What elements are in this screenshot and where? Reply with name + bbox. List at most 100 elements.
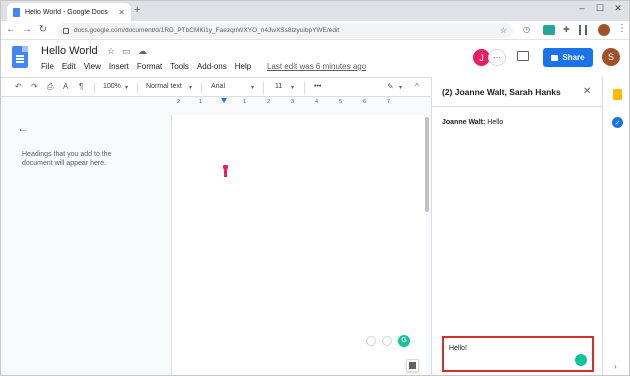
ruler-tick: 4: [315, 99, 319, 105]
font-select[interactable]: Arial: [211, 83, 225, 90]
menu-bar: File Edit View Insert Format Tools Add-o…: [41, 62, 259, 71]
menu-insert[interactable]: Insert: [109, 62, 129, 71]
chat-draft-text: Hello!: [449, 345, 467, 352]
font-dropdown-icon[interactable]: ▾: [251, 84, 254, 91]
ruler-tick: 2: [267, 99, 271, 105]
document-workspace: ← Headings that you add to the document …: [1, 97, 431, 375]
zoom-dropdown-icon[interactable]: ▾: [125, 84, 128, 91]
menu-help[interactable]: Help: [235, 62, 251, 71]
close-outline-arrow-icon[interactable]: ←: [17, 121, 29, 135]
chat-text: Hello: [487, 119, 504, 126]
ruler-tick: 2: [177, 99, 181, 105]
editing-mode-dropdown-icon[interactable]: ▾: [399, 84, 402, 91]
ruler-tick: 3: [291, 99, 295, 105]
docs-logo-icon[interactable]: [12, 46, 28, 68]
docs-favicon-icon: [13, 7, 20, 17]
close-chat-icon[interactable]: ✕: [583, 86, 591, 97]
zoom-select[interactable]: 100%: [103, 83, 121, 90]
chat-message: Joanne Walt: Hello: [442, 119, 503, 126]
style-dropdown-icon[interactable]: ▾: [189, 84, 192, 91]
grammarly-icon[interactable]: G: [398, 334, 410, 347]
account-avatar[interactable]: S: [602, 48, 620, 66]
chrome-menu-icon[interactable]: ⋮: [617, 23, 627, 34]
share-button[interactable]: Share: [543, 48, 593, 67]
reload-icon[interactable]: ↻: [37, 24, 49, 35]
explore-icon: [409, 362, 416, 369]
browser-window: Hello World - Google Docs ✕ + – ☐ ✕ ← → …: [0, 0, 630, 376]
tasks-icon[interactable]: ✓: [612, 117, 623, 128]
ruler-tick: 7: [387, 99, 391, 105]
tab-hello-world[interactable]: Hello World - Google Docs ✕: [7, 3, 131, 21]
new-tab-button[interactable]: +: [134, 4, 140, 16]
menu-edit[interactable]: Edit: [62, 62, 76, 71]
menu-view[interactable]: View: [84, 62, 101, 71]
tab-close-icon[interactable]: ✕: [118, 8, 125, 17]
collapse-menus-icon[interactable]: ^: [415, 82, 419, 91]
back-icon[interactable]: ←: [5, 24, 17, 35]
last-edit-link[interactable]: Last edit was 6 minutes ago: [267, 62, 366, 71]
expand-side-panel-icon[interactable]: ›: [614, 362, 617, 371]
menu-file[interactable]: File: [41, 62, 54, 71]
paragraph-style-select[interactable]: Normal text: [146, 83, 182, 90]
url-text: docs.google.com/document/d/1RD_PTbCMKi1y…: [74, 27, 340, 34]
extension-puzzle-icon[interactable]: ✚: [563, 25, 570, 34]
minimize-button[interactable]: –: [575, 3, 589, 13]
address-bar[interactable]: docs.google.com/document/d/1RD_PTbCMKi1y…: [57, 23, 513, 38]
tab-title: Hello World - Google Docs: [25, 8, 108, 16]
extension-icon[interactable]: ◷: [523, 25, 530, 34]
font-size-select[interactable]: 11: [275, 83, 282, 90]
forward-icon[interactable]: →: [21, 24, 33, 35]
close-window-button[interactable]: ✕: [611, 3, 625, 14]
ruler-tick: 6: [363, 99, 367, 105]
paint-format-icon[interactable]: ¶: [79, 82, 83, 91]
more-options-button[interactable]: •••: [314, 83, 321, 90]
collaborator-cursor-icon: [223, 165, 228, 177]
side-panel: ✓ ›: [602, 77, 629, 375]
grammarly-icon[interactable]: [575, 354, 587, 366]
chat-panel: (2) Joanne Walt, Sarah Hanks ✕ Joanne Wa…: [431, 77, 603, 375]
document-title[interactable]: Hello World: [41, 45, 98, 57]
document-outline-panel: ← Headings that you add to the document …: [1, 97, 161, 375]
indent-marker-icon[interactable]: [221, 98, 227, 103]
editing-mode-pencil-icon[interactable]: ✎: [387, 82, 394, 91]
grammarly-option-icon[interactable]: [366, 335, 376, 346]
menu-addons[interactable]: Add-ons: [197, 62, 227, 71]
undo-icon[interactable]: ↶: [15, 82, 22, 91]
chat-sender: Joanne Walt:: [442, 119, 486, 126]
docs-header: Hello World ☆ ▭ ☁ File Edit View Insert …: [1, 40, 629, 77]
star-icon[interactable]: ☆: [107, 46, 115, 57]
extension-bars-icon[interactable]: [579, 25, 587, 35]
grammarly-widget: G: [366, 334, 410, 347]
maximize-button[interactable]: ☐: [593, 3, 607, 14]
navigation-bar: ← → ↻ docs.google.com/document/d/1RD_PTb…: [1, 21, 629, 40]
formatting-toolbar: ↶ ↷ ⎙ A ¶ 100% ▾ Normal text ▾ Arial ▾ 1…: [1, 77, 431, 97]
lock-icon: [551, 54, 559, 61]
show-chat-icon[interactable]: ⋯: [488, 49, 506, 66]
chat-input[interactable]: Hello!: [442, 336, 594, 372]
print-icon[interactable]: ⎙: [47, 82, 53, 92]
spellcheck-icon[interactable]: A: [63, 82, 68, 91]
horizontal-ruler[interactable]: 2 1 1 2 3 4 5 6 7: [171, 97, 426, 107]
menu-tools[interactable]: Tools: [170, 62, 189, 71]
ruler-tick: 5: [339, 99, 343, 105]
ruler-tick: 1: [199, 99, 203, 105]
cloud-status-icon[interactable]: ☁: [138, 46, 147, 57]
size-dropdown-icon[interactable]: ▾: [291, 84, 294, 91]
tab-strip: Hello World - Google Docs ✕ + – ☐ ✕: [1, 1, 629, 21]
outline-hint-text: Headings that you add to the document wi…: [22, 151, 112, 167]
move-folder-icon[interactable]: ▭: [122, 46, 131, 57]
share-label: Share: [562, 53, 585, 62]
chat-title: (2) Joanne Walt, Sarah Hanks: [442, 87, 561, 97]
redo-icon[interactable]: ↷: [31, 82, 38, 91]
lock-icon: [63, 27, 69, 34]
extension-green-icon[interactable]: [543, 25, 555, 35]
comment-history-icon[interactable]: [517, 51, 529, 61]
ruler-tick: 1: [243, 99, 247, 105]
profile-avatar-small[interactable]: [598, 24, 610, 36]
document-scrollbar[interactable]: [425, 117, 429, 212]
explore-button[interactable]: [406, 359, 419, 372]
keep-icon[interactable]: [613, 89, 622, 100]
grammarly-option-icon[interactable]: [382, 335, 392, 346]
menu-format[interactable]: Format: [137, 62, 162, 71]
bookmark-star-icon[interactable]: ☆: [500, 26, 507, 35]
